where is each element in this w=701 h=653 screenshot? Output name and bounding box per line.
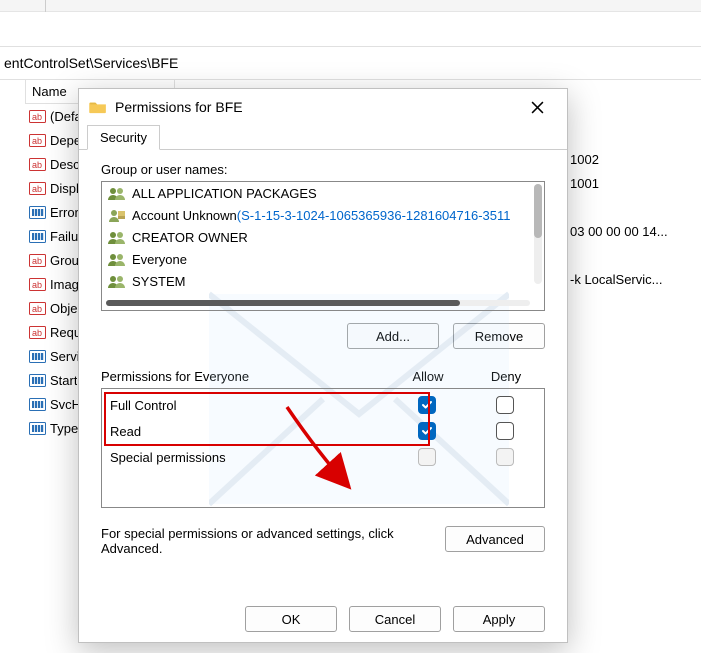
reg-type-icon: ab bbox=[29, 134, 46, 147]
checkbox[interactable] bbox=[496, 396, 514, 414]
reg-type-icon bbox=[29, 350, 46, 363]
reg-type-icon: ab bbox=[29, 182, 46, 195]
permission-name: Special permissions bbox=[110, 450, 388, 465]
scrollbar-horizontal-thumb[interactable] bbox=[106, 300, 460, 306]
regedit-data-column-peek: 1002 1001 03 00 00 00 14... -k LocalServ… bbox=[570, 80, 668, 296]
regedit-path-text: entControlSet\Services\BFE bbox=[0, 55, 178, 71]
principal-item[interactable]: Everyone bbox=[102, 248, 544, 270]
principal-name: Everyone bbox=[132, 252, 187, 267]
permissions-dialog: Permissions for BFE Security Group or us… bbox=[78, 88, 568, 643]
checkbox bbox=[418, 448, 436, 466]
svg-text:ab: ab bbox=[32, 328, 42, 338]
tab-row: Security bbox=[79, 125, 567, 150]
folder-icon bbox=[89, 100, 107, 114]
svg-text:ab: ab bbox=[32, 136, 42, 146]
add-button[interactable]: Add... bbox=[347, 323, 439, 349]
principals-listbox[interactable]: ALL APPLICATION PACKAGES Account Unknown(… bbox=[101, 181, 545, 311]
principal-icon bbox=[108, 230, 126, 244]
permission-name: Full Control bbox=[110, 398, 388, 413]
apply-button[interactable]: Apply bbox=[453, 606, 545, 632]
group-names-label: Group or user names: bbox=[101, 162, 545, 177]
checkbox[interactable] bbox=[418, 422, 436, 440]
principal-icon bbox=[108, 208, 126, 222]
allow-column-header: Allow bbox=[389, 369, 467, 384]
reg-type-icon: ab bbox=[29, 326, 46, 339]
svg-text:ab: ab bbox=[32, 160, 42, 170]
reg-type-icon: ab bbox=[29, 110, 46, 123]
svg-text:ab: ab bbox=[32, 112, 42, 122]
permission-row: Special permissions bbox=[102, 444, 544, 470]
permission-name: Read bbox=[110, 424, 388, 439]
checkbox[interactable] bbox=[496, 422, 514, 440]
reg-type-icon: ab bbox=[29, 158, 46, 171]
reg-type-icon bbox=[29, 206, 46, 219]
permissions-for-label: Permissions for Everyone bbox=[101, 369, 389, 384]
reg-value-name: Start bbox=[50, 373, 77, 388]
principal-name: ALL APPLICATION PACKAGES bbox=[132, 186, 317, 201]
svg-text:ab: ab bbox=[32, 256, 42, 266]
checkbox bbox=[496, 448, 514, 466]
reg-type-icon bbox=[29, 230, 46, 243]
dialog-title: Permissions for BFE bbox=[115, 99, 517, 115]
principal-item[interactable]: ALL APPLICATION PACKAGES bbox=[102, 182, 544, 204]
reg-type-icon: ab bbox=[29, 278, 46, 291]
permissions-table: Full Control Read Special permissions bbox=[101, 388, 545, 508]
deny-column-header: Deny bbox=[467, 369, 545, 384]
cancel-button[interactable]: Cancel bbox=[349, 606, 441, 632]
principal-item[interactable]: CREATOR OWNER bbox=[102, 226, 544, 248]
svg-text:ab: ab bbox=[32, 304, 42, 314]
reg-type-icon: ab bbox=[29, 302, 46, 315]
regedit-path-bar: entControlSet\Services\BFE bbox=[0, 46, 701, 80]
svg-text:ab: ab bbox=[32, 280, 42, 290]
principal-name: Account Unknown(S-1-15-3-1024-1065365936… bbox=[132, 208, 510, 223]
checkbox[interactable] bbox=[418, 396, 436, 414]
principal-name: CREATOR OWNER bbox=[132, 230, 248, 245]
svg-text:ab: ab bbox=[32, 184, 42, 194]
ok-button[interactable]: OK bbox=[245, 606, 337, 632]
reg-type-icon: ab bbox=[29, 254, 46, 267]
principal-item[interactable]: SYSTEM bbox=[102, 270, 544, 292]
reg-type-icon bbox=[29, 374, 46, 387]
principal-name: SYSTEM bbox=[132, 274, 185, 289]
principal-icon bbox=[108, 274, 126, 288]
reg-value-name: Type bbox=[50, 421, 78, 436]
remove-button[interactable]: Remove bbox=[453, 323, 545, 349]
tab-security[interactable]: Security bbox=[87, 125, 160, 150]
principal-item[interactable]: Account Unknown(S-1-15-3-1024-1065365936… bbox=[102, 204, 544, 226]
advanced-button[interactable]: Advanced bbox=[445, 526, 545, 552]
advanced-note: For special permissions or advanced sett… bbox=[101, 526, 445, 556]
reg-type-icon bbox=[29, 422, 46, 435]
window-top-strip bbox=[0, 0, 701, 12]
principal-icon bbox=[108, 186, 126, 200]
permission-row: Read bbox=[102, 418, 544, 444]
permission-row: Full Control bbox=[102, 392, 544, 418]
reg-type-icon bbox=[29, 398, 46, 411]
principal-icon bbox=[108, 252, 126, 266]
close-button[interactable] bbox=[517, 92, 557, 122]
scrollbar-thumb[interactable] bbox=[534, 184, 542, 238]
